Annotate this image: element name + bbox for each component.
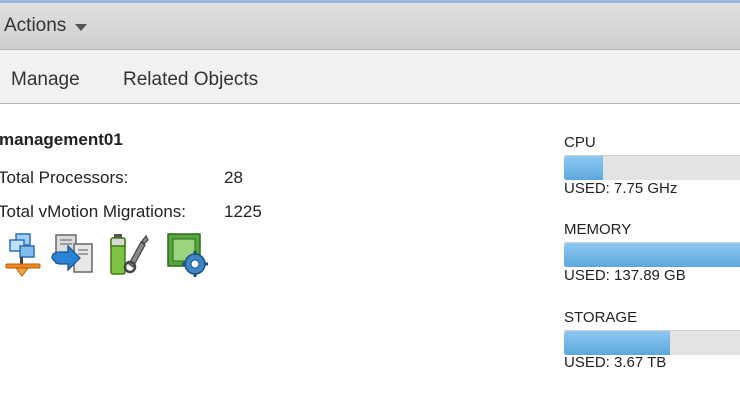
- storage-usage-fill: [564, 331, 670, 355]
- memory-label: MEMORY: [564, 221, 632, 238]
- maintenance-icon[interactable]: [108, 232, 152, 278]
- storage-usage-bar: [564, 330, 740, 355]
- memory-usage-bar: [564, 242, 740, 267]
- tab-related-objects[interactable]: Related Objects: [123, 69, 258, 91]
- cpu-label: CPU: [564, 134, 596, 151]
- total-vmotion-label: Total vMotion Migrations:: [0, 202, 187, 221]
- storage-used-text: USED: 3.67 TB: [564, 354, 667, 371]
- cpu-used-text: USED: 7.75 GHz: [564, 180, 678, 197]
- host-name: management01: [0, 130, 123, 149]
- actions-toolbar: Actions: [0, 3, 740, 50]
- cpu-usage-fill: [564, 156, 603, 180]
- total-processors-label: Total Processors:: [0, 168, 129, 187]
- summary-panel: management01 Total Processors: 28 Total …: [0, 104, 740, 400]
- cpu-usage-bar: [564, 155, 740, 180]
- actions-menu-button[interactable]: Actions: [4, 14, 88, 38]
- total-processors-value: 28: [224, 168, 243, 187]
- memory-used-text: USED: 137.89 GB: [564, 267, 686, 284]
- total-vmotion-value: 1225: [224, 202, 262, 221]
- storage-label: STORAGE: [564, 309, 638, 326]
- tab-manage[interactable]: Manage: [11, 69, 80, 91]
- tab-bar: Manage Related Objects: [0, 50, 740, 104]
- chevron-down-icon: [75, 23, 88, 31]
- vmotion-icon[interactable]: [50, 232, 94, 278]
- host-settings-icon[interactable]: [166, 232, 210, 278]
- actions-label: Actions: [4, 15, 67, 36]
- memory-usage-fill: [564, 243, 740, 267]
- migrate-network-icon[interactable]: [4, 232, 48, 278]
